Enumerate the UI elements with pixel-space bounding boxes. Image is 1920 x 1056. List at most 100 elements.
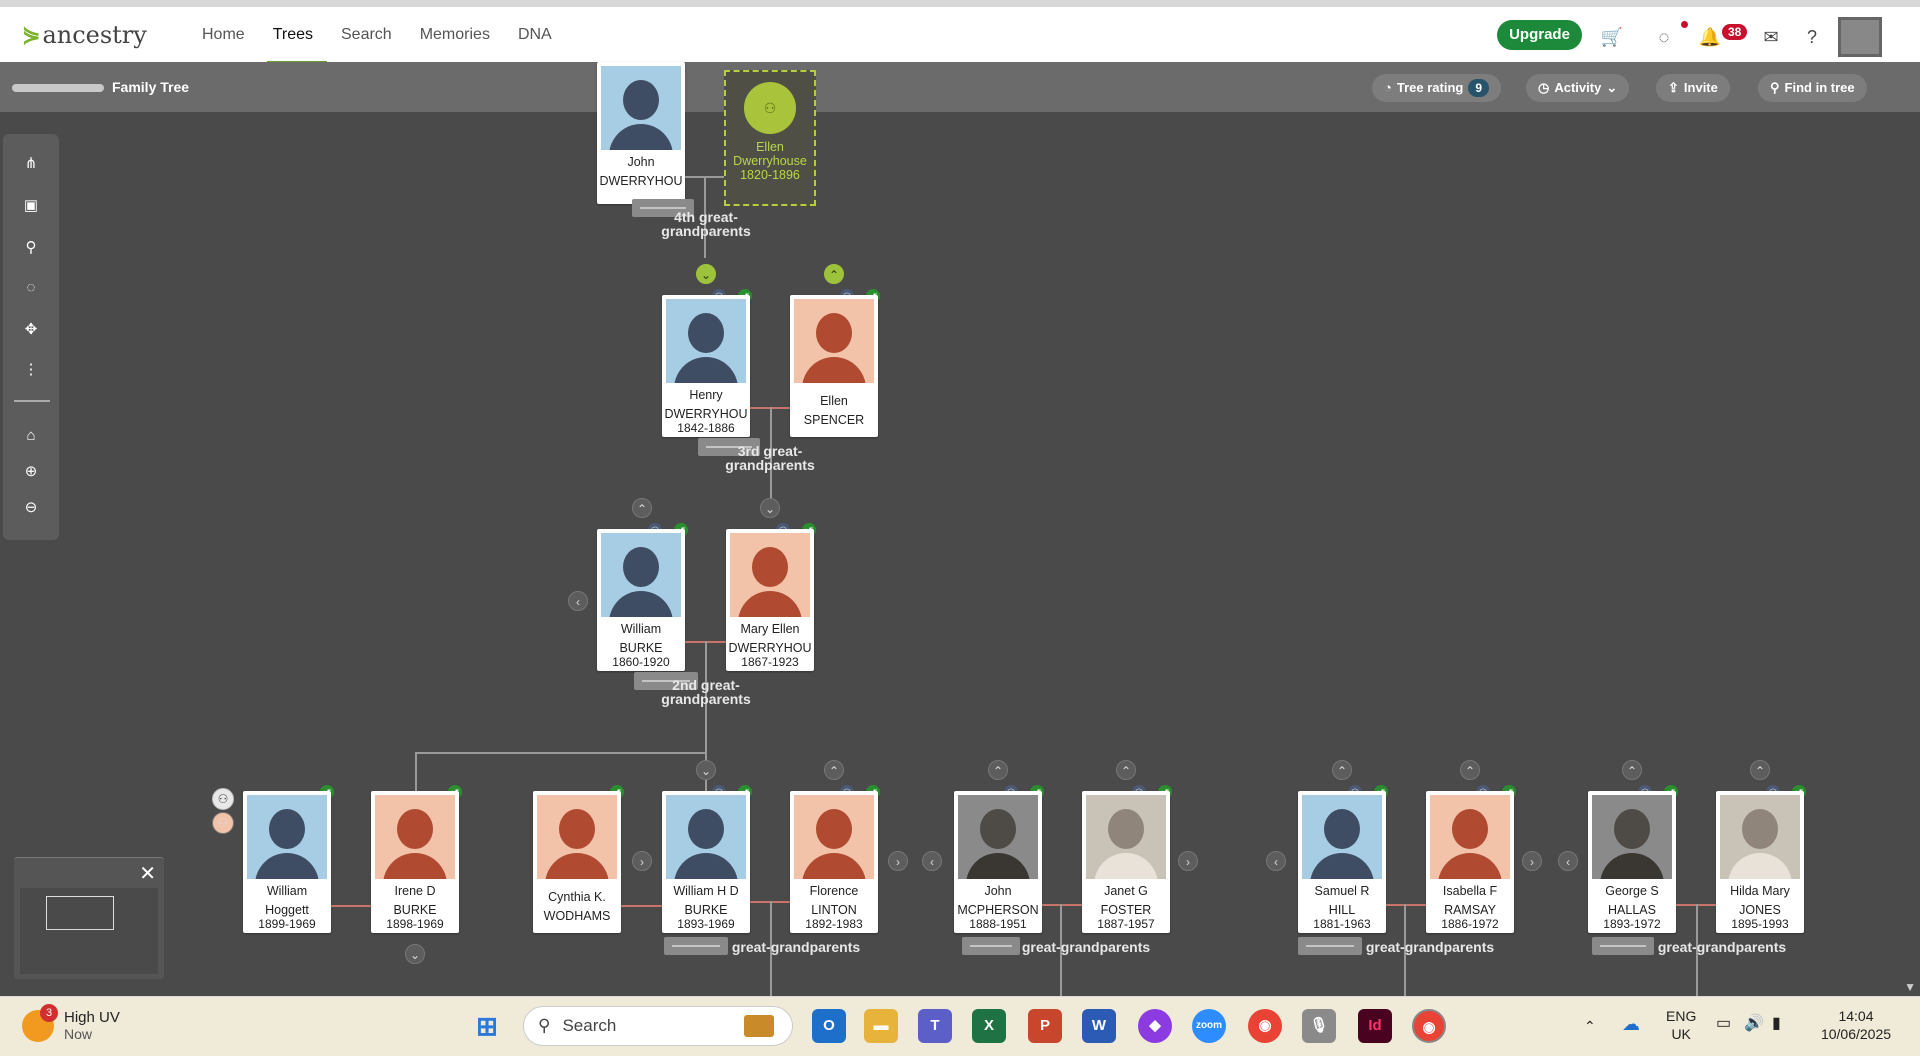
chevron-right-icon[interactable]: ›: [1178, 851, 1198, 871]
expand-ancestors-button[interactable]: ⌃: [1622, 760, 1642, 780]
messenger-icon[interactable]: ◆: [1138, 1009, 1172, 1043]
person-card-samuel-hill[interactable]: Samuel R HILL 1881-1963: [1298, 791, 1386, 933]
monitor-icon[interactable]: ▭: [1716, 1015, 1731, 1033]
expand-ancestors-button[interactable]: ⌃: [1750, 760, 1770, 780]
excel-icon[interactable]: X: [972, 1009, 1006, 1043]
person-card-mary-ellen-dwerryhou[interactable]: Mary Ellen DWERRYHOU 1867-1923: [726, 529, 814, 671]
person-card-hilda-jones[interactable]: Hilda Mary JONES 1895-1993: [1716, 791, 1804, 933]
person-card-john-mcpherson[interactable]: John MCPHERSON 1888-1951: [954, 791, 1042, 933]
person-card-william-hd-burke[interactable]: William H D BURKE 1893-1969: [662, 791, 750, 933]
chrome-profile-icon[interactable]: ◉: [1412, 1009, 1446, 1043]
chevron-up-icon[interactable]: ⌃: [1584, 1017, 1596, 1035]
zoom-icon[interactable]: zoom: [1192, 1009, 1226, 1043]
hints-icon[interactable]: ◌: [21, 278, 41, 298]
weather-title: High UV: [64, 1009, 120, 1026]
search-person-icon[interactable]: ⚲: [21, 238, 41, 258]
person-years: 1893-1969: [677, 917, 735, 931]
hints-icon[interactable]: ◌: [1652, 25, 1676, 49]
gallery-icon[interactable]: ▣: [21, 196, 41, 216]
chevron-left-icon[interactable]: ‹: [1266, 851, 1286, 871]
silhouette-body: [545, 853, 609, 879]
help-icon[interactable]: ?: [1800, 25, 1824, 49]
upgrade-button[interactable]: Upgrade: [1497, 20, 1582, 50]
outlook-icon[interactable]: O: [812, 1009, 846, 1043]
language-indicator[interactable]: ENG UK: [1666, 1007, 1696, 1043]
person-card-florence-linton[interactable]: Florence LINTON 1892-1983: [790, 791, 878, 933]
person-card-john-dwerryhou[interactable]: John DWERRYHOU: [597, 62, 685, 204]
expand-descendants-button[interactable]: ⌄: [405, 944, 425, 964]
weather-widget[interactable]: 3 High UV Now: [22, 1003, 120, 1042]
clock[interactable]: 14:04 10/06/2025: [1816, 1007, 1896, 1043]
chevron-left-icon[interactable]: ‹: [1558, 851, 1578, 871]
person-search-icon: ⚲: [1770, 80, 1780, 95]
find-in-tree-button[interactable]: ⚲ Find in tree: [1758, 74, 1867, 102]
chevron-right-icon[interactable]: ›: [1522, 851, 1542, 871]
person-card-ellen-dwerryhouse-suggested[interactable]: ⚇ Ellen Dwerryhouse 1820-1896: [724, 70, 816, 206]
nav-search[interactable]: Search: [339, 7, 394, 62]
generation-label-1: great-grandparents: [1021, 939, 1151, 955]
message-icon[interactable]: ✉: [1759, 25, 1783, 49]
tree-minimap[interactable]: ✕: [14, 857, 164, 979]
windows-start-icon[interactable]: ⊞: [470, 1009, 504, 1043]
indesign-icon[interactable]: Id: [1358, 1009, 1392, 1043]
minimap-canvas[interactable]: [20, 888, 158, 974]
person-card-janet-foster[interactable]: Janet G FOSTER 1887-1957: [1082, 791, 1170, 933]
expand-ancestors-button[interactable]: ⌃: [824, 760, 844, 780]
person-card-william-hoggett[interactable]: William Hoggett 1899-1969: [243, 791, 331, 933]
person-card-irene-burke[interactable]: Irene D BURKE 1898-1969: [371, 791, 459, 933]
tree-view-icon[interactable]: ⋔: [21, 154, 41, 174]
collapse-ancestors-button[interactable]: ⌄: [760, 498, 780, 518]
nav-home[interactable]: Home: [200, 7, 247, 62]
taskbar-search[interactable]: ⚲ Search: [523, 1006, 793, 1046]
nav-memories[interactable]: Memories: [418, 7, 492, 62]
more-icon[interactable]: ⋮: [21, 360, 41, 380]
invite-button[interactable]: ⇪ Invite: [1656, 74, 1730, 102]
activity-button[interactable]: ◷ Activity ⌄: [1526, 74, 1630, 102]
silhouette-head: [269, 809, 305, 849]
person-card-ellen-spencer[interactable]: Ellen SPENCER: [790, 295, 878, 437]
person-card-george-hallas[interactable]: George S HALLAS 1893-1972: [1588, 791, 1676, 933]
word-icon[interactable]: W: [1082, 1009, 1116, 1043]
relative-avatar[interactable]: ⚇: [212, 788, 234, 810]
person-card-cynthia-wodhams[interactable]: Cynthia K. WODHAMS: [533, 791, 621, 933]
teams-icon[interactable]: T: [918, 1009, 952, 1043]
expand-ancestors-button[interactable]: ⌃: [988, 760, 1008, 780]
chevron-right-icon[interactable]: ›: [632, 851, 652, 871]
folder-icon[interactable]: ▬: [864, 1009, 898, 1043]
zoom-out-icon[interactable]: ⊖: [21, 498, 41, 518]
close-icon[interactable]: ✕: [139, 864, 156, 884]
expand-ancestors-button[interactable]: ⌃: [1332, 760, 1352, 780]
tree-name[interactable]: Family Tree: [112, 79, 189, 95]
scroll-down-icon[interactable]: ▼: [1904, 980, 1916, 994]
avatar[interactable]: [1838, 17, 1882, 57]
collapse-ancestors-button[interactable]: ⌄: [696, 264, 716, 284]
person-card-isabella-ramsay[interactable]: Isabella F RAMSAY 1886-1972: [1426, 791, 1514, 933]
person-card-william-burke[interactable]: William BURKE 1860-1920: [597, 529, 685, 671]
expand-ancestors-button[interactable]: ⌃: [1460, 760, 1480, 780]
tree-rating-button[interactable]: ◔ Tree rating 9: [1372, 74, 1502, 102]
move-icon[interactable]: ✥: [21, 320, 41, 340]
zoom-in-icon[interactable]: ⊕: [21, 462, 41, 482]
chevron-left-icon[interactable]: ‹: [568, 591, 588, 611]
microphone-icon[interactable]: 🎙: [1302, 1009, 1336, 1043]
nav-trees[interactable]: Trees: [266, 7, 328, 64]
speaker-icon[interactable]: 🔊: [1744, 1015, 1764, 1033]
ancestry-logo[interactable]: ⋟ ancestry: [22, 21, 147, 49]
relative-avatar[interactable]: ⚇: [212, 812, 234, 834]
chevron-left-icon[interactable]: ‹: [922, 851, 942, 871]
onedrive-icon[interactable]: ☁: [1622, 1015, 1640, 1033]
battery-icon[interactable]: ▮: [1772, 1015, 1781, 1033]
expand-ancestors-button[interactable]: ⌃: [824, 264, 844, 284]
cart-icon[interactable]: 🛒: [1600, 25, 1624, 49]
nav-dna[interactable]: DNA: [516, 7, 554, 62]
powerpoint-icon[interactable]: P: [1028, 1009, 1062, 1043]
expand-ancestors-button[interactable]: ⌃: [632, 498, 652, 518]
minimap-viewport[interactable]: [46, 896, 114, 930]
chrome-icon[interactable]: ◉: [1248, 1009, 1282, 1043]
home-icon[interactable]: ⌂: [21, 426, 41, 446]
chevron-right-icon[interactable]: ›: [888, 851, 908, 871]
collapse-ancestors-button[interactable]: ⌄: [696, 760, 716, 780]
expand-ancestors-button[interactable]: ⌃: [1116, 760, 1136, 780]
bell-icon[interactable]: 🔔: [1698, 25, 1722, 49]
person-card-henry-dwerryhou[interactable]: Henry DWERRYHOU 1842-1886: [662, 295, 750, 437]
